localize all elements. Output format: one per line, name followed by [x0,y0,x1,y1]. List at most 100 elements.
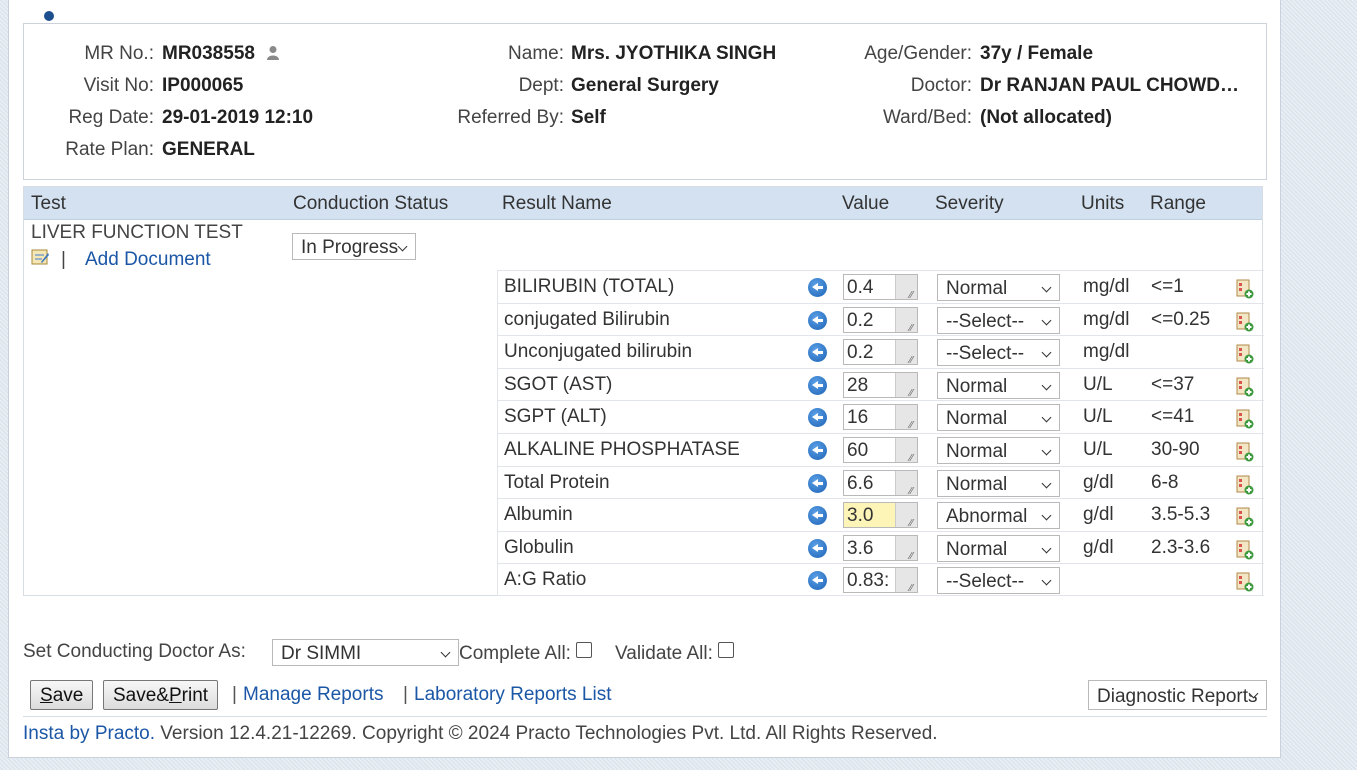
resize-handle-icon[interactable] [895,405,917,430]
result-name: Total Protein [504,471,610,493]
result-value-input[interactable]: 0.2 [843,306,918,333]
range: 6-8 [1151,471,1179,493]
manage-reports-link[interactable]: Manage Reports [243,684,383,706]
severity-select[interactable]: Normal [937,371,1060,399]
severity-value: --Select-- [946,343,1025,365]
resize-handle-icon[interactable] [895,372,917,397]
person-icon[interactable] [266,45,280,61]
mr-number: MR038558 [162,43,280,65]
lab-reports-list-link[interactable]: Laboratory Reports List [414,684,612,706]
severity-select[interactable]: Abnormal [937,502,1060,530]
reg-date-value: 29-01-2019 12:10 [162,107,314,128]
save-button[interactable]: Save [30,680,94,710]
result-value-input[interactable]: 28 [843,371,918,398]
severity-select[interactable]: Normal [937,436,1060,464]
age-gender-label: Age/Gender: [864,43,972,64]
result-value-input[interactable]: 16 [843,404,918,431]
result-value: 60 [847,439,869,461]
complete-all-checkbox[interactable] [576,642,593,658]
severity-select[interactable]: Normal [937,274,1060,301]
resize-handle-icon[interactable] [895,568,917,593]
resize-handle-icon[interactable] [895,503,917,528]
reset-arrow-icon[interactable] [808,473,827,493]
reset-arrow-icon[interactable] [808,408,827,428]
severity-select[interactable]: Normal [937,469,1060,497]
mr-value: MR038558 [162,43,255,64]
header-value: Value [842,193,890,214]
result-value-input[interactable]: 0.4 [843,274,918,300]
resize-handle-icon[interactable] [895,340,917,365]
severity-select[interactable]: Normal [937,404,1060,432]
result-name: Albumin [504,504,573,526]
conduction-status-value: In Progress [301,237,399,258]
add-result-icon[interactable] [1236,409,1254,429]
result-value-input[interactable]: 60 [843,436,918,463]
report-type-select[interactable]: Diagnostic Reports [1088,680,1267,710]
units: g/dl [1083,504,1114,526]
result-value-input[interactable]: 0.83: [843,567,918,594]
conduction-status-select[interactable]: In Progress [292,233,416,260]
add-result-icon[interactable] [1236,279,1254,299]
result-name: Globulin [504,536,574,558]
copyright-line: Insta by Practo. Version 12.4.21-12269. … [23,723,938,745]
range: <=1 [1151,276,1184,297]
add-document-link[interactable]: Add Document [85,249,211,271]
severity-select[interactable]: --Select-- [937,339,1060,367]
result-value: 16 [847,407,869,429]
add-result-icon[interactable] [1236,540,1254,560]
severity-value: Normal [946,440,1008,462]
add-result-icon[interactable] [1236,344,1254,364]
conducting-doctor-select[interactable]: Dr SIMMI [272,639,459,666]
result-row: Albumin 3.0 Abnormal g/dl 3.5-5.3 [498,498,1264,531]
header-test: Test [31,193,66,214]
header-result-name: Result Name [502,193,612,214]
doctor-label: Doctor: [910,75,972,96]
resize-handle-icon[interactable] [895,470,917,495]
save-print-button[interactable]: Save&Print [103,680,219,710]
insta-practo-link[interactable]: Insta by Practo. [23,723,155,744]
range: <=41 [1151,406,1195,428]
footer-divider [23,716,1267,717]
reset-arrow-icon[interactable] [808,375,827,395]
range: 2.3-3.6 [1151,536,1211,558]
severity-value: Normal [946,278,1008,299]
reset-arrow-icon[interactable] [808,343,827,363]
severity-select[interactable]: --Select-- [937,306,1060,334]
results-grid: Test Conduction Status Result Name Value… [23,186,1264,596]
resize-handle-icon[interactable] [895,307,917,332]
result-value: 0.83: [847,570,890,592]
resize-handle-icon[interactable] [895,275,917,299]
mr-label: MR No.: [84,43,154,64]
reset-arrow-icon[interactable] [808,440,827,460]
reset-arrow-icon[interactable] [808,538,827,558]
add-result-icon[interactable] [1236,312,1254,332]
footer-separator-2: | [403,684,408,705]
reset-arrow-icon[interactable] [808,278,827,297]
add-result-icon[interactable] [1236,442,1254,462]
reset-arrow-icon[interactable] [808,506,827,526]
header-range: Range [1150,193,1206,214]
result-value-input[interactable]: 3.0 [843,502,918,529]
severity-value: Abnormal [946,506,1028,528]
validate-all: Validate All: [615,642,735,665]
result-value-input[interactable]: 0.2 [843,339,918,366]
add-result-icon[interactable] [1236,572,1254,592]
severity-select[interactable]: Normal [937,534,1060,562]
add-result-icon[interactable] [1236,507,1254,527]
severity-select[interactable]: --Select-- [937,567,1060,595]
result-row: Globulin 3.6 Normal g/dl 2.3-3.6 [498,530,1264,564]
result-value-input[interactable]: 3.6 [843,534,918,561]
edit-document-icon[interactable] [31,248,50,266]
result-name: SGPT (ALT) [504,406,607,428]
reset-arrow-icon[interactable] [808,310,827,330]
resize-handle-icon[interactable] [895,437,917,462]
units: U/L [1083,438,1113,460]
validate-all-checkbox[interactable] [718,642,735,658]
reg-date-label: Reg Date: [68,107,154,128]
reset-arrow-icon[interactable] [808,571,827,591]
severity-value: Normal [946,473,1008,495]
add-result-icon[interactable] [1236,475,1254,495]
add-result-icon[interactable] [1236,377,1254,397]
resize-handle-icon[interactable] [895,535,917,560]
result-value-input[interactable]: 6.6 [843,469,918,496]
